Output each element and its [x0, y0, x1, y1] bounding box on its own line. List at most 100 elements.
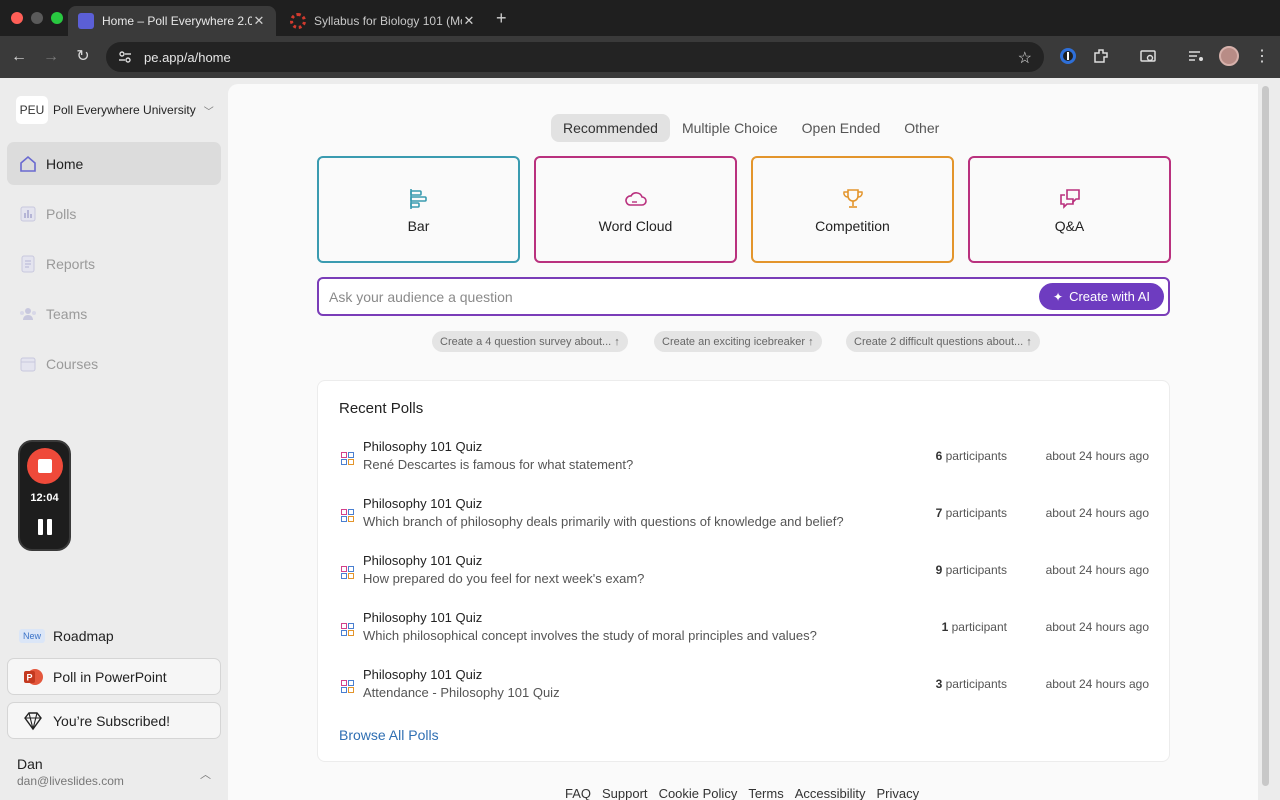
window-close-button[interactable] — [11, 12, 23, 24]
tab-recommended[interactable]: Recommended — [551, 114, 670, 142]
footer-link-support[interactable]: Support — [602, 786, 648, 800]
competition-card[interactable]: Competition — [751, 156, 954, 263]
roadmap-link[interactable]: New Roadmap — [19, 628, 114, 644]
tab-other[interactable]: Other — [892, 114, 951, 142]
recording-timer: 12:04 — [30, 492, 59, 504]
main-content: Recommended Multiple Choice Open Ended O… — [228, 84, 1258, 800]
tab-title: Syllabus for Biology 101 (Mod — [314, 14, 462, 28]
new-tab-icon[interactable]: + — [496, 8, 507, 29]
back-icon[interactable]: ← — [8, 46, 30, 68]
footer-link-terms[interactable]: Terms — [748, 786, 783, 800]
browser-tab-home[interactable]: Home – Poll Everywhere 2.0 ✕ — [68, 6, 276, 36]
reload-icon[interactable]: ↻ — [72, 46, 94, 68]
sidebar-item-home[interactable]: Home — [7, 142, 221, 185]
suggestion-chip-survey[interactable]: Create a 4 question survey about... ↑ — [432, 331, 628, 352]
poll-name: Philosophy 101 Quiz — [363, 610, 483, 625]
footer-link-cookie-policy[interactable]: Cookie Policy — [659, 786, 738, 800]
sidebar-item-teams[interactable]: Teams — [7, 292, 221, 335]
poll-question: Which branch of philosophy deals primari… — [363, 514, 844, 529]
card-label: Q&A — [1054, 217, 1085, 234]
profile-avatar[interactable] — [1219, 46, 1239, 66]
cast-icon[interactable] — [1138, 46, 1158, 66]
suggestion-chip-difficult[interactable]: Create 2 difficult questions about... ↑ — [846, 331, 1040, 352]
sidebar-item-label: Teams — [46, 305, 88, 322]
tab-open-ended[interactable]: Open Ended — [790, 114, 893, 142]
window-minimize-button[interactable] — [31, 12, 43, 24]
poll-in-powerpoint-button[interactable]: P Poll in PowerPoint — [7, 658, 221, 695]
sidebar-item-courses[interactable]: Courses — [7, 342, 221, 385]
password-extension-icon[interactable] — [1058, 46, 1078, 66]
poll-question: René Descartes is famous for what statem… — [363, 457, 634, 472]
card-label: Competition — [815, 217, 890, 234]
sidebar-item-label: Courses — [46, 355, 99, 372]
reports-icon — [21, 255, 35, 272]
bar-poll-card[interactable]: Bar — [317, 156, 520, 263]
org-switcher[interactable]: PEU Poll Everywhere University ﹀ — [16, 96, 214, 124]
participant-count: 3 participants — [935, 677, 1007, 691]
bookmark-star-icon[interactable]: ☆ — [1018, 48, 1032, 68]
sidebar-item-reports[interactable]: Reports — [7, 242, 221, 285]
poll-question: Which philosophical concept involves the… — [363, 628, 817, 643]
browser-tab-bar: Home – Poll Everywhere 2.0 ✕ Syllabus fo… — [0, 0, 1280, 36]
svg-text:P: P — [26, 672, 32, 682]
poll-type-icon — [341, 452, 354, 465]
scrollbar-thumb[interactable] — [1262, 86, 1269, 786]
table-row[interactable]: Philosophy 101 Quiz Which philosophical … — [339, 610, 1149, 650]
window-maximize-button[interactable] — [51, 12, 63, 24]
subscribed-label: You’re Subscribed! — [53, 712, 171, 729]
site-settings-icon[interactable] — [118, 50, 132, 64]
recent-polls-panel: Recent Polls Philosophy 101 Quiz René De… — [317, 380, 1170, 762]
footer-link-faq[interactable]: FAQ — [565, 786, 591, 800]
tab-multiple-choice[interactable]: Multiple Choice — [670, 114, 790, 142]
tab-title: Home – Poll Everywhere 2.0 — [102, 14, 252, 28]
participant-count: 6 participants — [935, 449, 1007, 463]
sidebar-item-label: Polls — [46, 205, 77, 222]
ai-button-label: Create with AI — [1069, 289, 1150, 304]
subscription-button[interactable]: You’re Subscribed! — [7, 702, 221, 739]
ask-question-input[interactable]: Ask your audience a question ✦ Create wi… — [317, 277, 1170, 316]
cloud-icon — [624, 191, 647, 206]
scrollbar[interactable] — [1261, 86, 1270, 786]
forward-icon[interactable]: → — [40, 46, 62, 68]
table-row[interactable]: Philosophy 101 Quiz Which branch of phil… — [339, 496, 1149, 536]
url-text: pe.app/a/home — [144, 49, 231, 65]
table-row[interactable]: Philosophy 101 Quiz How prepared do you … — [339, 553, 1149, 593]
table-row[interactable]: Philosophy 101 Quiz Attendance - Philoso… — [339, 667, 1149, 707]
qa-card[interactable]: Q&A — [968, 156, 1171, 263]
recent-polls-title: Recent Polls — [339, 400, 424, 417]
footer-link-privacy[interactable]: Privacy — [877, 786, 920, 800]
sparkle-icon: ✦ — [1053, 289, 1064, 304]
create-with-ai-button[interactable]: ✦ Create with AI — [1039, 283, 1164, 310]
sidebar-item-polls[interactable]: Polls — [7, 192, 221, 235]
browser-menu-icon[interactable]: ⋮ — [1254, 46, 1270, 66]
poll-timestamp: about 24 hours ago — [1045, 506, 1149, 520]
roadmap-label: Roadmap — [53, 628, 114, 644]
poll-type-icon — [341, 680, 354, 693]
pause-icon[interactable] — [37, 519, 53, 535]
footer-link-accessibility[interactable]: Accessibility — [795, 786, 866, 800]
tab-close-icon[interactable]: ✕ — [462, 13, 476, 29]
poll-type-icon — [341, 509, 354, 522]
teams-icon — [20, 307, 36, 320]
word-cloud-card[interactable]: Word Cloud — [534, 156, 737, 263]
extensions-icon[interactable] — [1091, 46, 1111, 66]
chevron-up-icon[interactable]: ︿ — [200, 766, 211, 782]
poll-name: Philosophy 101 Quiz — [363, 667, 483, 682]
tab-close-icon[interactable]: ✕ — [252, 13, 266, 29]
user-account[interactable]: Dan dan@liveslides.com — [17, 756, 124, 788]
suggestion-chip-icebreaker[interactable]: Create an exciting icebreaker ↑ — [654, 331, 822, 352]
card-label: Word Cloud — [598, 217, 673, 234]
table-row[interactable]: Philosophy 101 Quiz René Descartes is fa… — [339, 439, 1149, 479]
sidebar: PEU Poll Everywhere University ﹀ Home Po… — [0, 78, 228, 800]
address-bar[interactable]: pe.app/a/home ☆ — [106, 42, 1044, 72]
media-control-icon[interactable] — [1186, 46, 1206, 66]
sidebar-item-label: Reports — [46, 255, 96, 272]
poll-everywhere-favicon-icon — [78, 13, 94, 29]
browse-all-polls-link[interactable]: Browse All Polls — [339, 727, 439, 743]
diamond-icon — [24, 711, 42, 730]
browser-tab-syllabus[interactable]: Syllabus for Biology 101 (Mod ✕ — [280, 6, 486, 36]
ask-placeholder: Ask your audience a question — [329, 288, 513, 305]
poll-name: Philosophy 101 Quiz — [363, 496, 483, 511]
poll-type-icon — [341, 566, 354, 579]
stop-recording-button[interactable] — [27, 448, 63, 484]
